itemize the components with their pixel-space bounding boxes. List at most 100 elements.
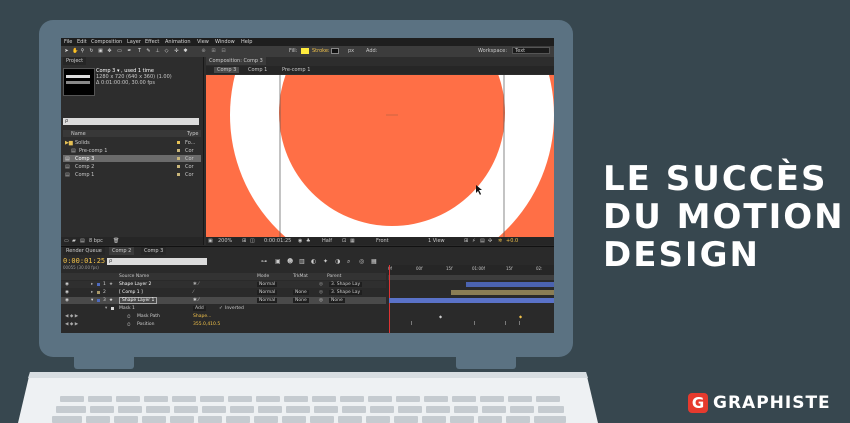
keyframe-nav-icon[interactable]: ◀ ◆ ▶ [65, 314, 78, 319]
draft-3d-icon[interactable]: ▣ [275, 258, 281, 265]
frame-blending-icon[interactable]: ▥ [299, 258, 305, 265]
pickwhip-icon[interactable]: ◎ [319, 290, 323, 295]
text-tool-icon[interactable]: T [137, 48, 142, 54]
pickwhip-icon[interactable]: ◎ [319, 298, 323, 303]
breadcrumb-precomp1[interactable]: Pre-comp 1 [282, 67, 310, 73]
selection-tool-icon[interactable]: ➤ [64, 48, 69, 54]
project-item-comp2[interactable]: ▤ Comp 2 Cor [63, 163, 201, 170]
menu-effect[interactable]: Effect [145, 39, 159, 45]
visibility-icon[interactable]: ◉ [65, 290, 69, 295]
stopwatch-icon[interactable]: ⏱ [127, 322, 131, 328]
channel-icon[interactable]: ♣ [306, 238, 310, 244]
tab-comp3[interactable]: Comp 3 [141, 247, 167, 255]
menu-window[interactable]: Window [215, 39, 235, 45]
view-layout-select[interactable]: 1 View [428, 238, 445, 244]
transparency-grid-icon[interactable]: ▦ [350, 238, 355, 244]
project-item-comp3[interactable]: ▤ Comp 3 Cor [63, 155, 201, 162]
world-axis-icon[interactable]: ⊞ [211, 48, 216, 54]
column-parent[interactable]: Parent [327, 274, 341, 279]
menu-file[interactable]: File [64, 39, 72, 45]
keyframe-icon[interactable]: I [411, 321, 412, 327]
axis-mode-icon[interactable]: ⊕ [201, 48, 206, 54]
motion-blur-icon[interactable]: ◐ [311, 258, 316, 265]
layer-bar-shape-layer-1[interactable] [389, 298, 554, 303]
expand-icon[interactable]: ▸ [91, 290, 93, 295]
trash-icon[interactable]: 🗑 [113, 238, 119, 244]
menu-edit[interactable]: Edit [77, 39, 87, 45]
layer-bar-comp-1[interactable] [451, 290, 554, 295]
bit-depth-label[interactable]: 8 bpc [89, 238, 103, 244]
view-axis-icon[interactable]: ⊟ [221, 48, 226, 54]
hand-tool-icon[interactable]: ✋ [72, 48, 78, 54]
mask-row[interactable]: ▾ Mask 1 Add ✓ Inverted [61, 305, 386, 312]
pen-tool-icon[interactable]: ✒ [127, 48, 132, 54]
live-update-icon[interactable]: ◎ [359, 258, 364, 265]
rectangle-tool-icon[interactable]: ▭ [117, 48, 122, 54]
collapse-icon[interactable]: ▾ [91, 298, 93, 303]
breadcrumb-comp1[interactable]: Comp 1 [248, 67, 267, 73]
exposure-icon[interactable]: ✲ [498, 238, 502, 244]
visibility-icon[interactable]: ◉ [65, 282, 69, 287]
layer-switches[interactable]: ✱ ⁄ [193, 298, 199, 303]
column-source-name[interactable]: Source Name [119, 274, 149, 279]
zoom-select[interactable]: 200% [218, 238, 232, 244]
tab-comp2[interactable]: Comp 2 [109, 247, 135, 255]
pan-behind-tool-icon[interactable]: ✥ [107, 48, 112, 54]
new-comp-icon[interactable]: ▤ [80, 238, 85, 244]
project-item-solids[interactable]: ▶▆ Solids Fo... [63, 139, 201, 146]
always-preview-icon[interactable]: ▣ [208, 238, 213, 244]
expand-icon[interactable]: ▸ [91, 282, 93, 287]
composition-viewer[interactable] [206, 75, 554, 237]
brainstorm-icon[interactable]: ✦ [323, 258, 328, 265]
composition-tab[interactable]: Composition: Comp 3 [206, 57, 266, 65]
interpret-footage-icon[interactable]: ▭ [64, 238, 69, 244]
viewer-timecode[interactable]: 0:00:01:25 [264, 238, 291, 244]
column-mode[interactable]: Mode [257, 274, 269, 279]
keyframe-icon[interactable]: ◆ [519, 314, 522, 319]
camera-snapshot-icon[interactable]: ◫ [250, 238, 255, 244]
work-area-bar[interactable] [388, 275, 554, 280]
position-row[interactable]: ◀ ◆ ▶ ⏱ Position 355.0,410.5 [61, 321, 386, 328]
layer-row-shape-layer-2[interactable]: ◉ ▸ 1 ★ Shape Layer 2 ✱ ⁄ Normal ◎ 3. Sh… [61, 281, 386, 288]
menu-help[interactable]: Help [241, 39, 252, 45]
label-color-swatch[interactable] [97, 283, 100, 286]
stopwatch-icon[interactable]: ⏱ [127, 314, 131, 320]
project-item-comp1[interactable]: ▤ Comp 1 Cor [63, 171, 201, 178]
fast-previews-icon[interactable]: ⚡ [472, 238, 476, 244]
tab-render-queue[interactable]: Render Queue [63, 247, 105, 255]
menu-view[interactable]: View [197, 39, 209, 45]
menu-composition[interactable]: Composition [91, 39, 122, 45]
graph-editor-icon[interactable]: ◑ [335, 258, 340, 265]
column-type[interactable]: Type [187, 131, 198, 137]
pickwhip-icon[interactable]: ◎ [319, 282, 323, 287]
project-search-input[interactable]: ρ [63, 118, 199, 125]
fill-swatch[interactable] [301, 48, 309, 54]
view-select[interactable]: Front [376, 238, 389, 244]
eraser-tool-icon[interactable]: ◇ [164, 48, 169, 54]
flowchart-icon[interactable]: ✣ [488, 238, 492, 244]
collapse-icon[interactable]: ▾ [105, 306, 107, 311]
mask-path-row[interactable]: ◀ ◆ ▶ ⏱ Mask Path Shape... [61, 313, 386, 320]
timeline-timecode[interactable]: 0:00:01:25 [63, 257, 105, 265]
clone-tool-icon[interactable]: ⊥ [155, 48, 160, 54]
puppet-tool-icon[interactable]: ✱ [183, 48, 188, 54]
visibility-icon[interactable]: ◉ [65, 298, 69, 303]
inverted-checkbox-icon[interactable]: ✓ [219, 306, 223, 311]
timeline-search-input[interactable]: ρ [107, 258, 207, 265]
auto-keyframe-icon[interactable]: ⌕ [347, 258, 350, 266]
layer-switches[interactable]: ⁄ [193, 290, 194, 295]
menu-layer[interactable]: Layer [127, 39, 141, 45]
column-trkmat[interactable]: TrkMat [293, 274, 308, 279]
keyframe-icon[interactable]: I [505, 321, 506, 327]
timeline-icon[interactable]: ▤ [480, 238, 485, 244]
stroke-swatch[interactable] [331, 48, 339, 54]
label-color-swatch[interactable] [97, 291, 100, 294]
resolution-select[interactable]: Half [322, 238, 332, 244]
layer-bar-shape-layer-2[interactable] [466, 282, 554, 287]
new-folder-icon[interactable]: ▰ [72, 238, 76, 244]
menu-animation[interactable]: Animation [165, 39, 191, 45]
layer-switches[interactable]: ✱ ⁄ [193, 282, 199, 287]
shy-icon[interactable]: ☻ [287, 258, 293, 265]
graph-icon[interactable]: ▦ [371, 258, 377, 265]
region-of-interest-icon[interactable]: ⊡ [342, 238, 346, 244]
